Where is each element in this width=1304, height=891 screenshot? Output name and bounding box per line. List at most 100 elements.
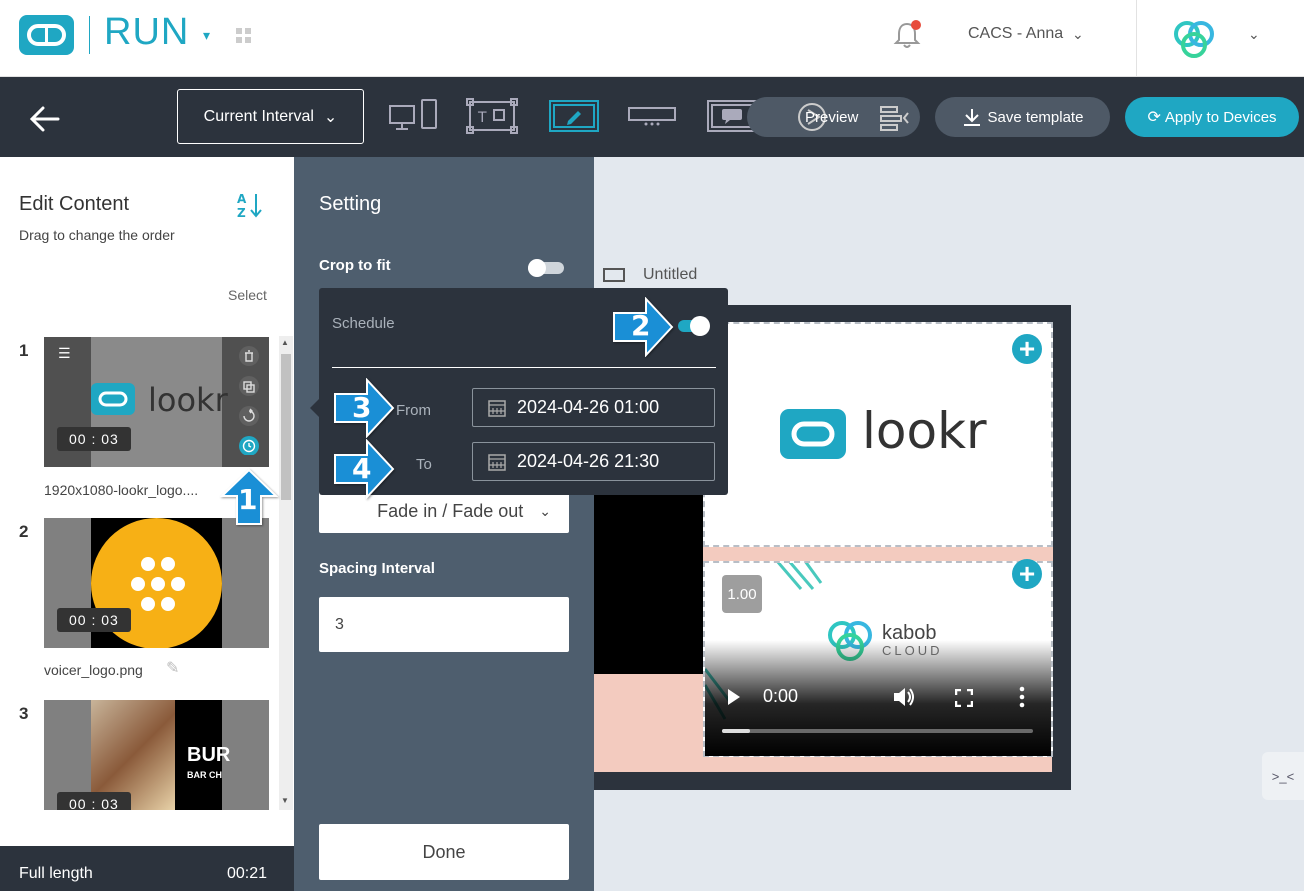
chevron-down-icon[interactable]: ⌄ [1072, 26, 1084, 43]
preview-label[interactable]: Preview [805, 109, 858, 126]
schedule-toggle-knob[interactable] [690, 316, 710, 336]
lookr-text: lookr [148, 381, 228, 419]
scroll-up-icon[interactable]: ▲ [281, 338, 289, 347]
item-filename: 1920x1080-lookr_logo.... [44, 482, 199, 498]
play-icon[interactable] [726, 688, 742, 706]
duration-pill[interactable]: 00 : 03 [57, 427, 131, 451]
layout-icon [603, 268, 625, 282]
add-zone-video-plus-icon[interactable]: + [1012, 559, 1042, 589]
callout-number-3: 3 [352, 391, 372, 424]
chevron-down-icon[interactable]: ⌄ [1248, 26, 1260, 43]
setting-title: Setting [319, 193, 382, 215]
thumb-text: BUR [187, 744, 231, 766]
video-current-time: 0:00 [763, 686, 799, 706]
header-divider [1136, 0, 1137, 77]
thumb-subtext: BAR CH [187, 770, 222, 780]
ticker-bar-icon[interactable] [626, 96, 678, 136]
full-length-label: Full length [19, 865, 93, 882]
scroll-down-icon[interactable]: ▼ [281, 796, 289, 805]
calendar-icon [488, 454, 506, 471]
chevron-down-icon: ⌄ [539, 503, 551, 519]
video-progress-fill [722, 729, 750, 733]
spacing-interval-label: Spacing Interval [319, 560, 435, 577]
spacing-interval-input[interactable]: 3 [319, 597, 569, 652]
voicer-dots-icon [131, 557, 185, 611]
decorative-stripes [776, 563, 823, 590]
edit-layout-icon[interactable] [548, 96, 600, 136]
edit-content-subtitle: Drag to change the order [19, 227, 175, 243]
from-datetime-value: 2024-04-26 01:00 [517, 397, 660, 417]
kabob-cloud-logo-icon[interactable] [1168, 14, 1220, 62]
save-template-label: Save template [987, 108, 1084, 126]
select-link[interactable]: Select [228, 287, 267, 303]
kabob-wordmark: kabob [882, 622, 937, 644]
sort-az-icon[interactable]: A Z [236, 191, 264, 219]
sync-icon: ⟳ [1147, 109, 1161, 126]
app-logo[interactable] [19, 15, 74, 55]
volume-icon[interactable] [892, 686, 916, 708]
playback-speed-badge[interactable]: 1.00 [722, 575, 762, 613]
edit-content-title: Edit Content [19, 193, 130, 215]
apply-to-devices-label: Apply to Devices [1164, 108, 1277, 126]
interval-dropdown[interactable]: Current Interval ⌄ [177, 89, 364, 144]
svg-text:A: A [237, 192, 247, 206]
item-index: 1 [19, 341, 29, 360]
notification-dot [911, 20, 921, 30]
scrollbar-thumb[interactable] [281, 354, 291, 500]
crop-to-fit-label: Crop to fit [319, 257, 391, 274]
cloud-wordmark: CLOUD [882, 643, 943, 658]
top-bar [0, 0, 1304, 77]
zone-top[interactable]: lookr [703, 322, 1053, 547]
interval-label: Current Interval [203, 107, 314, 125]
callout-number-2: 2 [631, 309, 651, 342]
callout-number-4: 4 [352, 452, 372, 485]
item-index: 2 [19, 522, 29, 541]
side-collapse-tab-icon[interactable]: >_< [1262, 752, 1304, 800]
more-vertical-icon[interactable] [1017, 686, 1027, 708]
from-label: From [396, 402, 431, 419]
account-selector[interactable]: CACS - Anna [968, 25, 1063, 43]
infinity-icon [27, 24, 66, 46]
calendar-icon [488, 400, 506, 417]
caret-down-icon[interactable]: ▾ [203, 27, 210, 44]
device-screens-icon[interactable] [388, 96, 440, 136]
app-name[interactable]: RUN [104, 11, 189, 54]
duration-pill[interactable]: 00 : 03 [57, 792, 131, 810]
logo-separator [89, 16, 90, 54]
save-template-button[interactable]: Save template [935, 97, 1110, 137]
lookr-logo-icon [91, 383, 135, 415]
drag-handle-icon[interactable]: ☰ [58, 345, 71, 362]
lookr-logo-icon [780, 409, 846, 459]
zone-divider [703, 547, 1053, 561]
from-datetime-input[interactable]: 2024-04-26 01:00 [472, 388, 715, 427]
layout-title[interactable]: Untitled [643, 266, 697, 284]
back-arrow-icon[interactable] [28, 104, 62, 134]
text-qr-widget-icon[interactable]: T [466, 96, 518, 136]
fullscreen-icon[interactable] [955, 689, 973, 707]
align-menu-icon[interactable] [878, 104, 910, 132]
item-filename: voicer_logo.png [44, 662, 143, 678]
apply-to-devices-button[interactable]: ⟳ Apply to Devices [1125, 97, 1299, 137]
video-progress-bar[interactable] [722, 729, 1033, 733]
item-action-icons[interactable] [238, 345, 260, 455]
svg-text:Z: Z [237, 206, 246, 219]
popup-divider [332, 367, 716, 368]
chevron-down-icon: ⌄ [323, 108, 338, 126]
to-datetime-value: 2024-04-26 21:30 [517, 451, 660, 471]
crop-toggle-knob[interactable] [528, 259, 546, 277]
content-thumbnail-1[interactable]: lookr ☰ 00 : 03 [44, 337, 269, 467]
full-length-value: 00:21 [227, 865, 268, 882]
to-datetime-input[interactable]: 2024-04-26 21:30 [472, 442, 715, 481]
content-thumbnail-3[interactable]: BUR BAR CH 00 : 03 [44, 700, 269, 810]
callout-number-1: 1 [238, 483, 258, 516]
pencil-icon[interactable]: ✎ [166, 658, 179, 678]
done-button[interactable]: Done [319, 824, 569, 880]
lookr-wordmark: lookr [862, 402, 987, 460]
content-thumbnail-2[interactable]: 00 : 03 [44, 518, 269, 648]
apps-grid-icon[interactable] [236, 28, 252, 44]
schedule-label: Schedule [332, 315, 395, 332]
duration-pill[interactable]: 00 : 03 [57, 608, 131, 632]
to-label: To [416, 456, 432, 473]
add-zone-top-plus-icon[interactable]: + [1012, 334, 1042, 364]
video-controls-overlay [705, 640, 1051, 756]
